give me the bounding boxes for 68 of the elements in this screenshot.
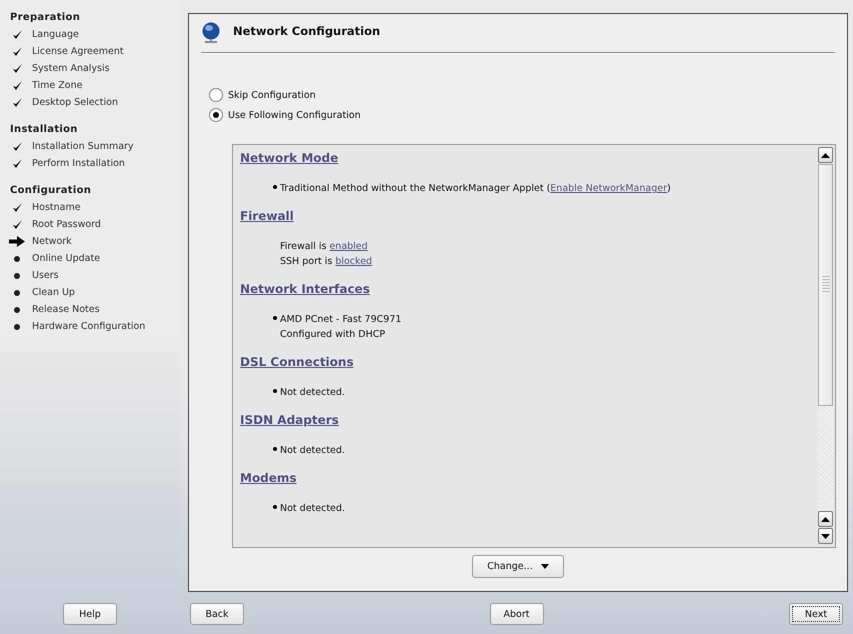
check-icon [12, 202, 22, 213]
summary-text: Not detected. [280, 503, 345, 514]
step-label: Language [32, 29, 79, 40]
summary-text: Not detected. [280, 445, 345, 456]
radio-option[interactable]: Use Following Configuration [209, 108, 361, 122]
check-icon [12, 46, 22, 57]
summary-text: Configured with DHCP [280, 329, 386, 340]
radio-option[interactable]: Skip Configuration [209, 88, 316, 102]
check-icon [12, 141, 22, 152]
section-heading-link[interactable]: DSL Connections [240, 355, 354, 369]
bullet-icon [14, 272, 20, 278]
step-label: Time Zone [32, 80, 82, 91]
bullet-icon [14, 324, 20, 330]
section-heading-link[interactable]: Network Mode [240, 151, 338, 165]
step-label: Desktop Selection [32, 97, 118, 108]
down-triangle-icon [821, 534, 830, 538]
inline-link[interactable]: blocked [335, 256, 372, 267]
scrollbar[interactable] [818, 145, 835, 547]
section-heading-link[interactable]: Network Interfaces [240, 282, 370, 296]
scroll-thumb[interactable] [818, 164, 833, 406]
step-label: System Analysis [32, 63, 110, 74]
back-button[interactable]: Back [190, 603, 244, 625]
step-label: Users [32, 270, 59, 281]
help-button[interactable]: Help [63, 603, 117, 625]
step-group-title: Installation [10, 124, 79, 135]
step-label: Clean Up [32, 287, 75, 298]
summary-text: Traditional Method without the NetworkManager Applet (Enable NetworkManager) [280, 183, 671, 194]
change-dropdown-button[interactable]: Change... [472, 555, 564, 578]
step-label: Perform Installation [32, 158, 125, 169]
step-group-title: Preparation [10, 12, 82, 23]
scroll-up-button[interactable] [818, 511, 833, 527]
summary-text: SSH port is blocked [280, 256, 372, 267]
summary-text: Not detected. [280, 387, 345, 398]
arrow-icon [9, 236, 25, 247]
scroll-up-button[interactable] [818, 147, 833, 163]
section-heading-link[interactable]: Firewall [240, 209, 294, 223]
step-label: Release Notes [32, 304, 100, 315]
check-icon [12, 80, 22, 91]
caret-icon [540, 564, 549, 569]
inline-link[interactable]: Enable NetworkManager [550, 183, 667, 194]
step-label: Installation Summary [32, 141, 134, 152]
abort-button[interactable]: Abort [490, 603, 544, 625]
up-triangle-icon [821, 152, 830, 158]
next-button[interactable]: Next [789, 603, 843, 625]
scroll-down-button[interactable] [818, 528, 833, 544]
bullet-icon [14, 306, 20, 312]
section-heading-link[interactable]: Modems [240, 471, 297, 485]
dialog-title: Network Configuration [233, 24, 380, 38]
check-icon [12, 97, 22, 108]
up-triangle-icon [821, 516, 830, 522]
step-label: Hostname [32, 202, 81, 213]
summary-text: Firewall is enabled [280, 241, 368, 252]
check-icon [12, 29, 22, 40]
check-icon [12, 219, 22, 230]
check-icon [12, 158, 22, 169]
summary-text: AMD PCnet - Fast 79C971 [280, 314, 402, 325]
inline-link[interactable]: enabled [329, 241, 368, 252]
check-icon [12, 63, 22, 74]
section-heading-link[interactable]: ISDN Adapters [240, 413, 339, 427]
step-label: Network [32, 236, 72, 247]
bullet-icon [14, 256, 20, 262]
step-label: License Agreement [32, 46, 124, 57]
step-label: Online Update [32, 253, 100, 264]
globe-icon [201, 22, 221, 46]
step-group-title: Configuration [10, 185, 92, 196]
bullet-icon [14, 290, 20, 296]
step-label: Root Password [32, 219, 101, 230]
step-label: Hardware Configuration [32, 321, 146, 332]
